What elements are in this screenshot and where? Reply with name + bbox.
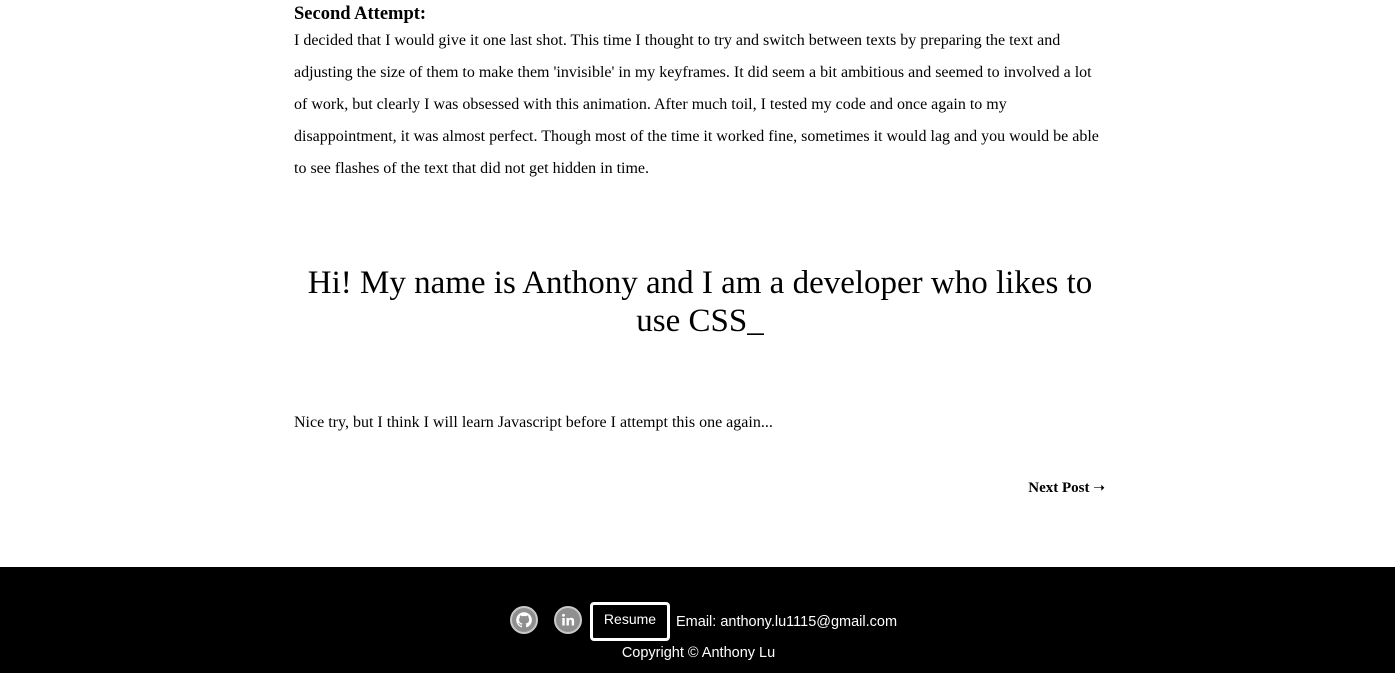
github-icon[interactable] xyxy=(510,606,538,634)
resume-button[interactable]: Resume xyxy=(590,602,670,641)
email-contact: Email: anthony.lu1115@gmail.com xyxy=(676,614,898,630)
next-post-link[interactable]: Next Post ➝ xyxy=(1028,478,1105,498)
copyright-text: Copyright © Anthony Lu xyxy=(621,645,776,661)
site-footer: Resume Email: anthony.lu1115@gmail.com C… xyxy=(0,567,1395,673)
right-arrow-icon: ➝ xyxy=(1093,480,1105,496)
linkedin-icon[interactable] xyxy=(554,606,582,634)
closing-paragraph: Nice try, but I think I will learn Javas… xyxy=(294,414,773,431)
typing-animation-demo: Hi! My name is Anthony and I am a develo… xyxy=(307,265,1093,339)
body-paragraph: I decided that I would give it one last … xyxy=(294,32,1099,177)
section-heading: Second Attempt: xyxy=(294,4,427,24)
next-post-label: Next Post xyxy=(1028,480,1090,496)
